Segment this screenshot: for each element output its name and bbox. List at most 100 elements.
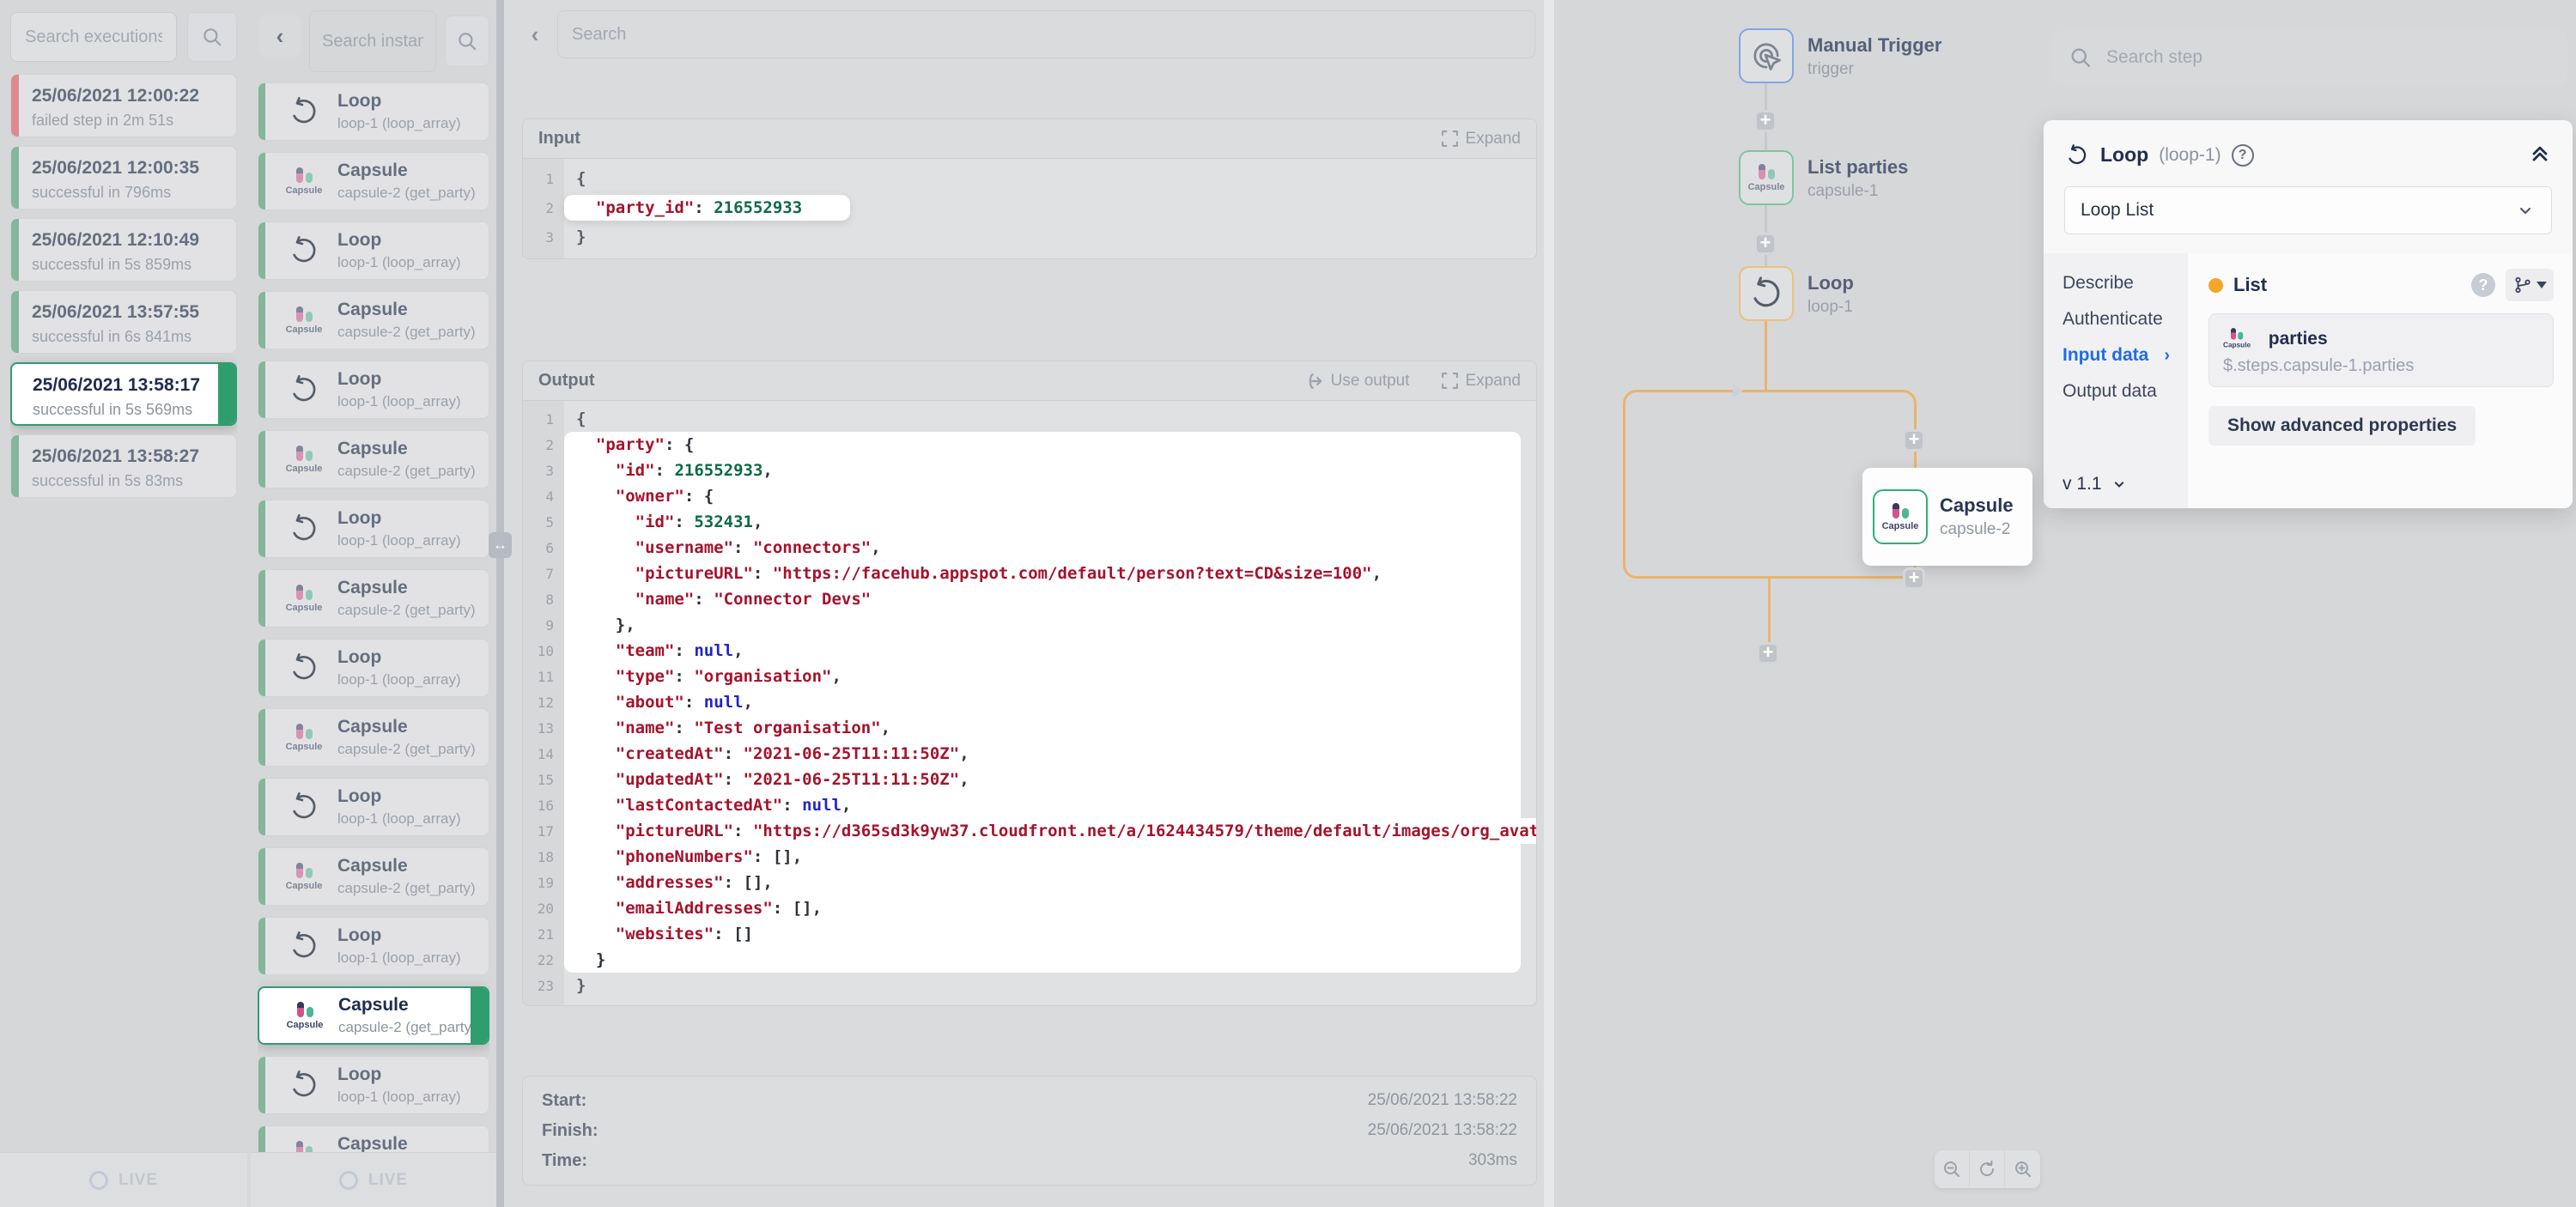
add-step-button[interactable] <box>1754 233 1777 255</box>
node-capsule-2-selected[interactable]: Capsule Capsule capsule-2 <box>1862 468 2032 566</box>
help-icon[interactable]: ? <box>2232 144 2254 167</box>
inspector-nav-item[interactable]: Authenticate <box>2063 301 2188 337</box>
line-number: 21 <box>523 926 564 943</box>
execution-list-item[interactable]: 25/06/2021 13:57:55 successful in 6s 841… <box>10 290 237 354</box>
zoom-reset-button[interactable] <box>1970 1150 2005 1188</box>
line-number: 23 <box>523 978 564 994</box>
search-executions-input[interactable] <box>10 12 177 62</box>
steps-live-toggle[interactable]: LIVE <box>251 1152 496 1207</box>
execution-timestamp: 25/06/2021 12:00:35 <box>32 155 224 181</box>
execution-list-item[interactable]: 25/06/2021 12:00:22 failed step in 2m 51… <box>10 74 237 137</box>
connector-version-select[interactable]: v 1.1 <box>2063 474 2188 494</box>
step-list-item[interactable]: Loop loop-1 (loop_array) <box>258 778 489 836</box>
use-output-icon <box>1305 372 1324 391</box>
field-label: List <box>2233 274 2267 296</box>
step-list-item[interactable]: Capsule Capsule capsule-2 (get_party) <box>258 986 489 1045</box>
step-list-item[interactable]: Capsule Capsule capsule-2 (get_party) <box>258 708 489 767</box>
live-dot-icon <box>339 1171 358 1190</box>
step-list-item[interactable]: Loop loop-1 (loop_array) <box>258 82 489 141</box>
execution-status-text: successful in 5s 569ms <box>33 398 223 421</box>
execution-list-item[interactable]: 25/06/2021 12:10:49 successful in 5s 859… <box>10 218 237 282</box>
step-status-strip <box>258 222 265 279</box>
node-capsule-2-square[interactable]: Capsule <box>1873 489 1928 544</box>
code-line: 10 "team": null, <box>523 638 1536 664</box>
loop-icon <box>2064 143 2090 168</box>
step-subtitle: loop-1 (loop_array) <box>337 948 461 968</box>
inspector-nav-item[interactable]: Input data › <box>2063 337 2188 373</box>
executions-live-toggle[interactable]: LIVE <box>0 1152 247 1207</box>
show-advanced-properties-button[interactable]: Show advanced properties <box>2208 406 2476 446</box>
node-capsule-1[interactable]: Capsule <box>1739 150 1794 205</box>
node-label-capsule-1[interactable]: List parties capsule-1 <box>1807 155 1908 203</box>
zoom-in-icon <box>2013 1159 2033 1180</box>
expand-input-button[interactable]: Expand <box>1441 130 1521 149</box>
line-number: 2 <box>523 437 564 453</box>
collapse-steps-button[interactable]: ‹ <box>525 21 545 48</box>
add-step-button[interactable] <box>1903 429 1925 452</box>
step-title: Capsule <box>337 437 476 461</box>
panel-divider: ↔ <box>496 0 504 1207</box>
inspector-nav-item[interactable]: Output data <box>2063 373 2188 409</box>
node-loop-1[interactable] <box>1739 266 1794 321</box>
step-list-item[interactable]: Loop loop-1 (loop_array) <box>258 500 489 558</box>
add-step-button[interactable] <box>1903 567 1925 590</box>
step-list-item[interactable]: Loop loop-1 (loop_array) <box>258 917 489 975</box>
manual-trigger-icon <box>1747 37 1785 75</box>
line-number: 18 <box>523 849 564 865</box>
search-instance-button[interactable] <box>445 15 489 67</box>
inspector-nav-label: Output data <box>2063 381 2157 402</box>
step-list-item[interactable]: Loop loop-1 (loop_array) <box>258 221 489 280</box>
inspector-step-title: Loop <box>2100 143 2148 167</box>
search-step-input[interactable] <box>2106 47 2550 68</box>
input-json-code[interactable]: 1{2 "party_id": 2165529333} <box>523 159 1536 258</box>
output-json-code[interactable]: 1{2 "party": {3 "id": 216552933,4 "owner… <box>523 401 1536 1005</box>
search-executions-button[interactable] <box>187 12 237 62</box>
zoom-out-button[interactable] <box>1935 1150 1970 1188</box>
node-manual-trigger[interactable] <box>1739 28 1794 83</box>
execution-list-item[interactable]: 25/06/2021 12:00:35 successful in 796ms <box>10 146 237 209</box>
search-log-input[interactable] <box>557 10 1535 58</box>
chevron-left-icon: ‹ <box>276 23 284 50</box>
chevron-down-icon <box>2111 476 2128 493</box>
execution-list-item[interactable]: 25/06/2021 13:58:27 successful in 5s 83m… <box>10 434 237 498</box>
capsule-logo-icon: Capsule <box>286 167 323 196</box>
step-list-item[interactable]: Loop loop-1 (loop_array) <box>258 1056 489 1114</box>
step-list-item[interactable]: Capsule Capsule capsule-2 (get_party) <box>258 569 489 628</box>
collapse-inspector-button[interactable] <box>2528 141 2552 169</box>
loop-icon <box>287 512 321 546</box>
step-list-item[interactable]: Loop loop-1 (loop_array) <box>258 361 489 419</box>
execution-list-item[interactable]: 25/06/2021 13:58:17 successful in 5s 569… <box>10 362 237 426</box>
search-instance-input[interactable] <box>309 10 436 72</box>
line-number: 13 <box>523 720 564 737</box>
panel-resize-handle[interactable]: ↔ <box>489 532 512 558</box>
add-step-button[interactable] <box>1754 110 1777 132</box>
zoom-in-button[interactable] <box>2005 1150 2040 1188</box>
list-value-field[interactable]: Capsule parties $.steps.capsule-1.partie… <box>2208 313 2554 387</box>
jsonpath-mode-button[interactable] <box>2506 269 2554 301</box>
list-value-path: $.steps.capsule-1.parties <box>2223 356 2539 376</box>
step-list-item[interactable]: Capsule Capsule capsule-2 (get_party) <box>258 152 489 210</box>
step-list-item[interactable]: Capsule Capsule capsule-2 (get_party) <box>258 430 489 488</box>
node-label-manual-trigger[interactable]: Manual Trigger trigger <box>1807 33 1941 81</box>
code-line: 1{ <box>523 164 1536 193</box>
add-step-button[interactable] <box>1757 642 1779 664</box>
workflow-canvas[interactable]: Manual Trigger trigger Capsule List part… <box>1554 0 2040 1207</box>
step-list-item[interactable]: Capsule Capsule capsule-2 (get_party) <box>258 847 489 906</box>
finish-value: 25/06/2021 13:58:22 <box>1368 1121 1517 1140</box>
search-step-box[interactable] <box>2051 31 2567 84</box>
operation-select[interactable]: Loop List <box>2064 186 2552 234</box>
resize-arrows-icon: ↔ <box>493 537 507 554</box>
inspector-nav-item[interactable]: Describe <box>2063 265 2188 301</box>
main-scrollbar[interactable] <box>1544 0 1554 1207</box>
execution-status-text: failed step in 2m 51s <box>32 109 224 131</box>
field-help-icon[interactable]: ? <box>2471 273 2495 297</box>
node-label-loop-1[interactable]: Loop loop-1 <box>1807 270 1854 318</box>
expand-output-button[interactable]: Expand <box>1441 372 1521 391</box>
step-list-item[interactable]: Loop loop-1 (loop_array) <box>258 639 489 697</box>
collapse-executions-button[interactable]: ‹ <box>259 15 301 57</box>
step-title: Loop <box>337 89 461 113</box>
step-title: Capsule <box>337 715 476 739</box>
use-output-button[interactable]: Use output <box>1305 372 1410 391</box>
step-list-item[interactable]: Capsule Capsule capsule-2 (get_party) <box>258 291 489 349</box>
line-number: 2 <box>523 200 564 216</box>
